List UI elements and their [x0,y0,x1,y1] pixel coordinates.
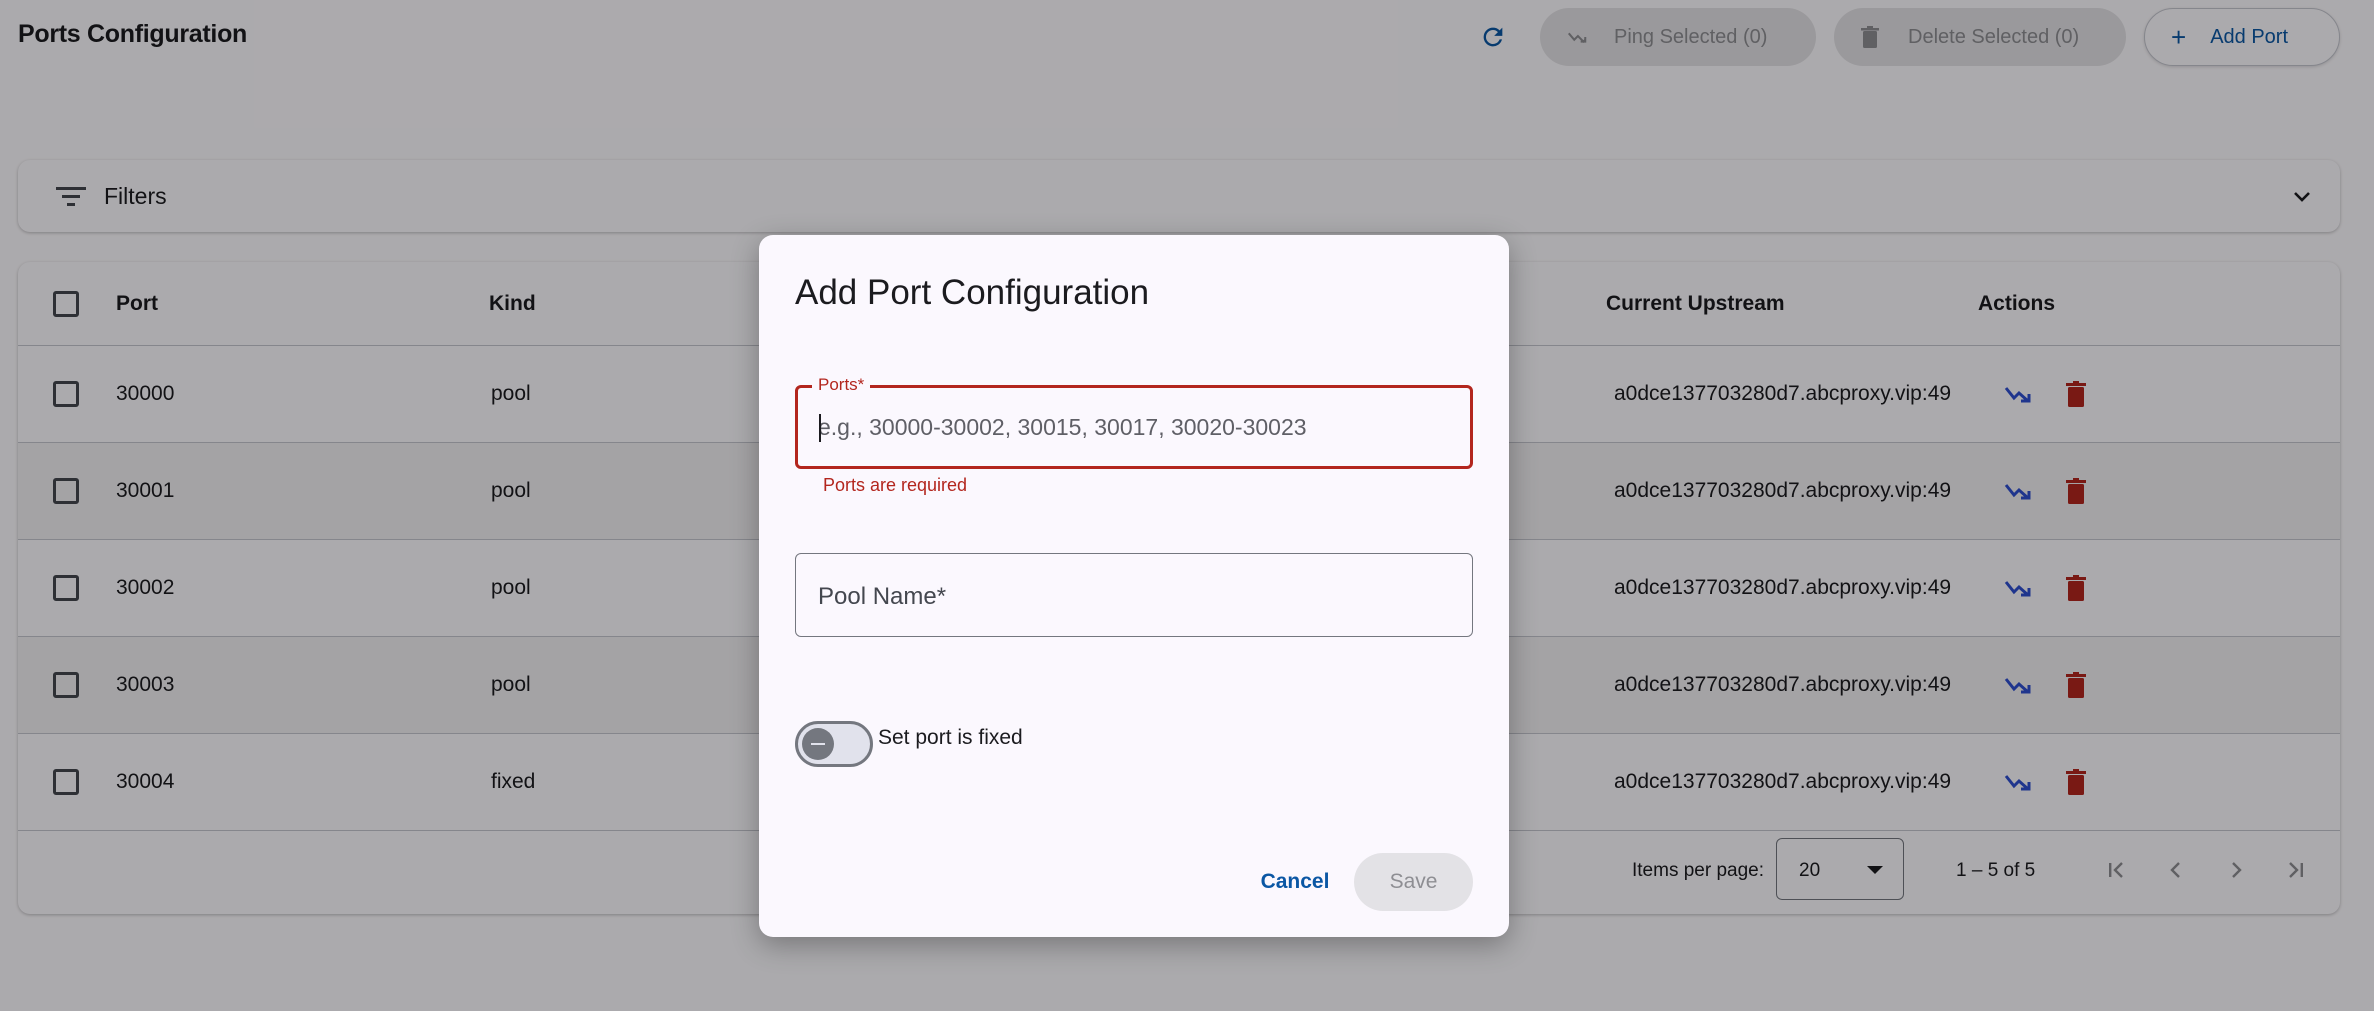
page: Ports Configuration Ping Selected (0) De… [0,0,2374,1011]
ports-error-message: Ports are required [823,475,968,495]
toggle-off-icon [802,728,834,760]
add-port-dialog: Add Port Configuration Ports* Ports are … [759,235,1509,937]
ports-field[interactable]: Ports* [795,375,1473,469]
ports-field-label: Ports* [812,375,871,395]
cancel-button[interactable]: Cancel [1252,853,1338,911]
pool-name-label: Pool Name* [818,583,947,610]
text-cursor [819,414,821,442]
fixed-port-toggle[interactable] [795,721,873,767]
fixed-port-toggle-label[interactable]: Set port is fixed [878,726,1023,750]
dialog-title: Add Port Configuration [795,273,1150,312]
pool-name-field[interactable]: Pool Name* [795,553,1473,637]
ports-input[interactable] [818,410,1448,444]
save-button[interactable]: Save [1354,853,1473,911]
